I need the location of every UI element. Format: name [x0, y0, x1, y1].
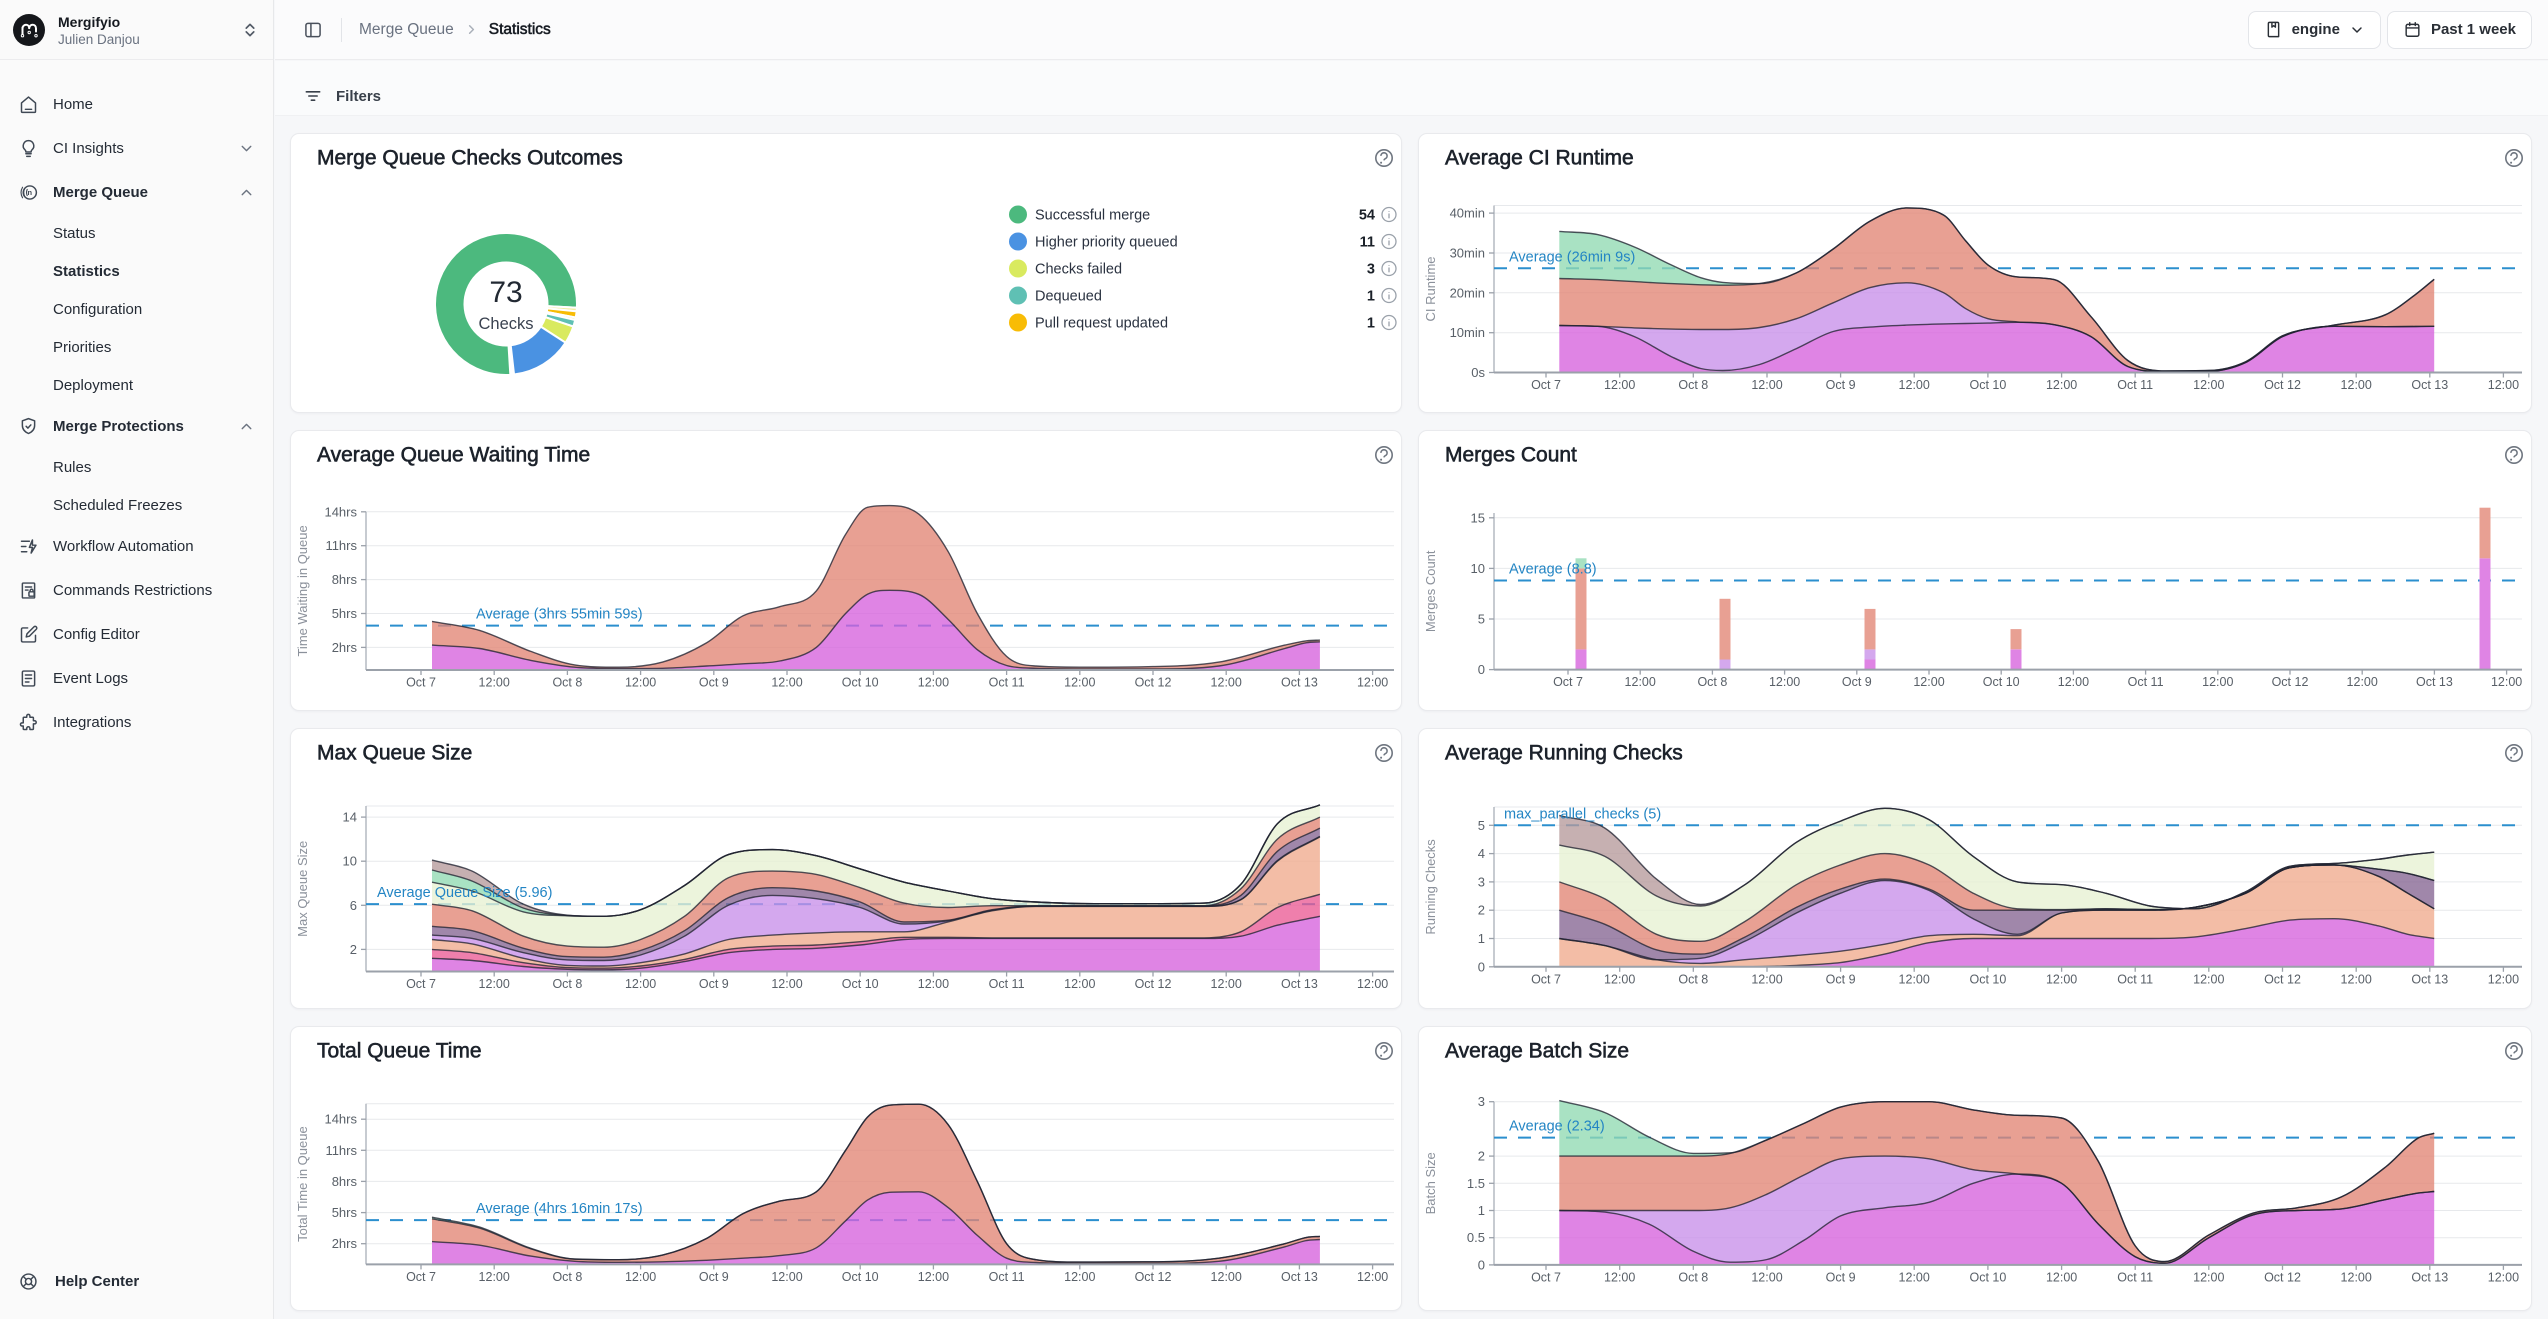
- svg-text:n: n: [28, 188, 33, 197]
